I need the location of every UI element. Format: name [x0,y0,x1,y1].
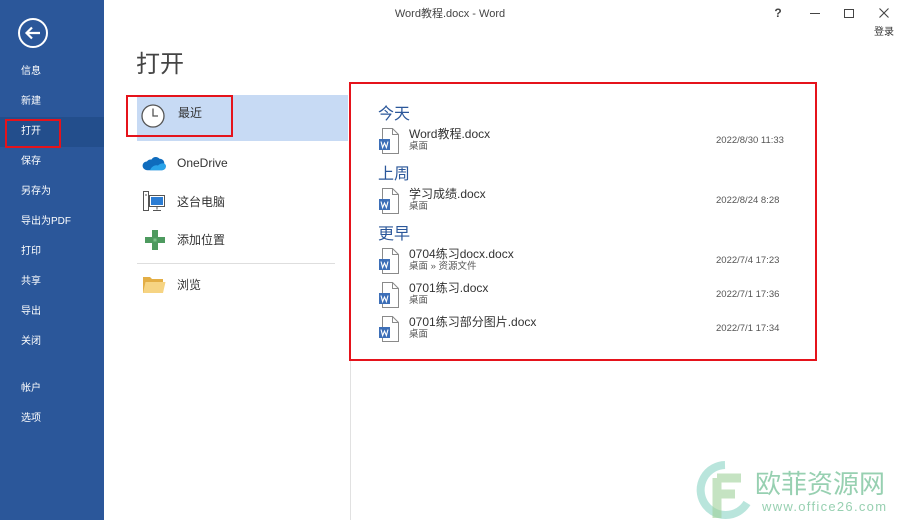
backstage-sidebar: 信息 新建 打开 保存 另存为 导出为PDF 打印 共享 导出 关闭 帐户 选项 [0,0,104,520]
annotation-box-open [5,119,61,148]
sidebar-item-label: 新建 [21,96,41,107]
close-icon[interactable] [879,8,889,18]
sidebar-item-label: 共享 [21,276,41,287]
place-browse[interactable]: 浏览 [137,266,348,304]
sidebar-item-save[interactable]: 保存 [0,147,104,177]
sidebar-item-print[interactable]: 打印 [0,237,104,267]
place-label: 添加位置 [177,233,226,247]
sidebar-item-share[interactable]: 共享 [0,267,104,297]
sidebar-item-label: 信息 [21,66,41,77]
back-button[interactable] [17,17,49,49]
place-onedrive[interactable]: OneDrive [137,144,348,182]
sidebar-item-options[interactable]: 选项 [0,404,104,434]
page-title: 打开 [136,51,184,78]
watermark-site-name: 欧菲资源网 [755,469,886,499]
window-title: Word教程.docx - Word [394,8,506,20]
sidebar-item-label: 选项 [21,413,41,424]
sidebar-item-label: 导出为PDF [21,216,71,227]
sidebar-item-close[interactable]: 关闭 [0,327,104,357]
sidebar-item-label: 导出 [21,306,41,317]
sidebar-item-info[interactable]: 信息 [0,57,104,87]
signin-link[interactable]: 登录 [874,26,894,40]
place-this-pc[interactable]: 这台电脑 [137,183,348,221]
sidebar-item-new[interactable]: 新建 [0,87,104,117]
watermark-logo [696,461,751,519]
place-add[interactable]: 添加位置 [137,221,348,259]
onedrive-cloud-icon [142,156,166,171]
sidebar-item-export-pdf[interactable]: 导出为PDF [0,207,104,237]
computer-icon [143,191,165,211]
sidebar-item-label: 另存为 [21,186,51,197]
sidebar-item-account[interactable]: 帐户 [0,374,104,404]
minimize-icon[interactable] [810,8,820,18]
sidebar-item-save-as[interactable]: 另存为 [0,177,104,207]
sidebar-item-label: 帐户 [21,383,41,394]
place-label: 这台电脑 [177,195,226,209]
place-label: OneDrive [177,156,228,170]
sidebar-item-label: 关闭 [21,336,41,347]
watermark-url: www.office26.com [762,499,888,514]
sidebar-item-export[interactable]: 导出 [0,297,104,327]
sidebar-item-label: 打印 [21,246,41,257]
add-place-icon [145,230,165,250]
sidebar-item-label: 保存 [21,156,41,167]
place-label: 浏览 [177,278,202,292]
folder-icon [143,277,166,293]
annotation-box-recent-files [349,82,817,361]
places-divider [137,263,335,264]
annotation-box-recent [126,95,233,137]
help-icon[interactable]: ? [772,5,784,21]
word-backstage-window: 信息 新建 打开 保存 另存为 导出为PDF 打印 共享 导出 关闭 帐户 选项… [0,0,900,520]
maximize-icon[interactable] [844,8,854,18]
back-arrow-icon [18,18,48,48]
